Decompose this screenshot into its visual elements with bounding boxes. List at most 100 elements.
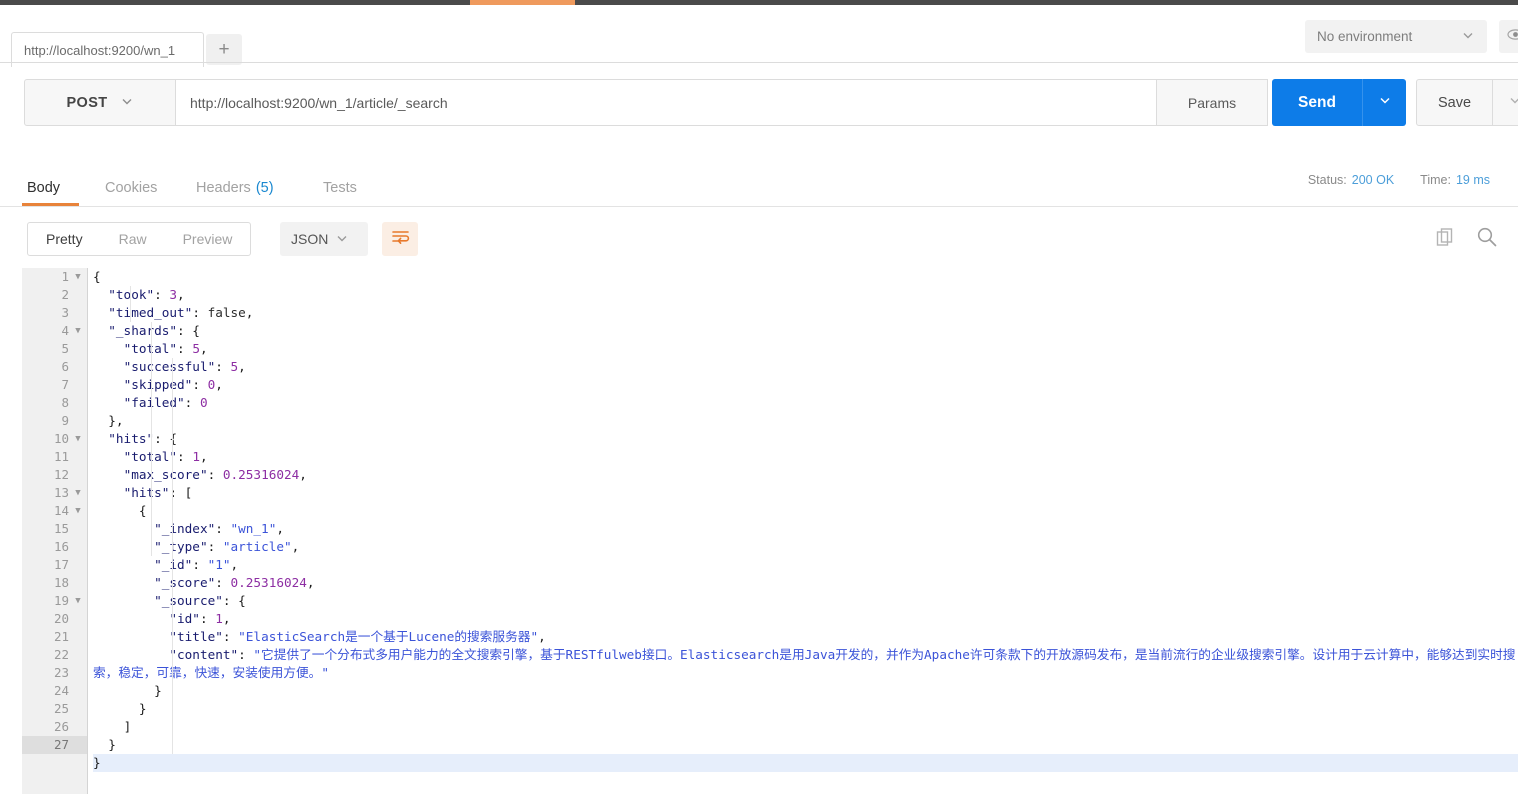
fold-toggle-icon[interactable]: ▼	[73, 268, 83, 286]
eye-icon	[1507, 26, 1518, 48]
word-wrap-toggle[interactable]	[382, 222, 418, 256]
send-button[interactable]: Send	[1272, 79, 1362, 126]
response-tabs: Body Cookies Headers (5) Tests	[0, 170, 1518, 206]
gutter-line-12: 12	[53, 467, 69, 482]
copy-icon[interactable]	[1435, 227, 1456, 253]
gutter-line-24: 24	[53, 683, 69, 698]
fold-toggle-icon[interactable]: ▼	[73, 502, 83, 520]
tab-body-label: Body	[27, 180, 61, 196]
tab-cookies[interactable]: Cookies	[105, 170, 157, 206]
tab-headers[interactable]: Headers (5)	[196, 170, 274, 206]
code-line-6: "successful": 5,	[123, 359, 246, 374]
gutter-line-10: 10 ▼	[22, 430, 87, 448]
fold-toggle-icon[interactable]: ▼	[73, 430, 83, 448]
url-input[interactable]: http://localhost:9200/wn_1/article/_sear…	[176, 79, 1157, 126]
word-wrap-icon	[391, 229, 410, 250]
gutter-line-20: 20	[53, 611, 69, 626]
http-method-label: POST	[66, 94, 108, 111]
gutter-line-22: 22	[53, 647, 69, 662]
search-icon[interactable]	[1476, 226, 1498, 253]
code-line-7: "skipped": 0,	[123, 377, 223, 392]
format-label: JSON	[291, 231, 329, 247]
view-mode-raw[interactable]: Raw	[101, 223, 165, 255]
fold-toggle-icon[interactable]: ▼	[73, 484, 83, 502]
environment-selector[interactable]: No environment	[1305, 20, 1487, 53]
status-value: 200 OK	[1351, 173, 1395, 187]
code-line-25: ]	[123, 719, 132, 734]
code-line-22: "content": "它提供了一个分布式多用户能力的全文搜索引擎，基于REST…	[93, 647, 1516, 680]
line-number-gutter: 1 ▼ 2 3 4 ▼ 5 6 7 8 9 10 ▼ 11 12 13 ▼ 14 ▼ 15 16 17 18 19 ▼ 20 21 2…	[22, 268, 88, 794]
time-badge: Time: 19 ms	[1420, 173, 1490, 187]
gutter-line-16: 16	[53, 539, 69, 554]
body-toolbar-actions	[1435, 226, 1498, 253]
request-tab-label: http://localhost:9200/wn_1	[24, 42, 176, 58]
code-line-10: "hits": {	[108, 431, 178, 446]
code-line-9: },	[108, 413, 124, 428]
format-selector[interactable]: JSON	[280, 222, 368, 256]
response-body-toolbar: Pretty Raw Preview JSON	[0, 222, 1518, 262]
view-mode-preview[interactable]: Preview	[165, 223, 251, 255]
gutter-line-5: 5	[61, 341, 69, 356]
headers-count-badge: (5)	[255, 180, 274, 196]
code-line-16: "_type": "article",	[154, 539, 300, 554]
params-button[interactable]: Params	[1157, 79, 1268, 126]
indent-guide	[130, 286, 131, 322]
tab-bar-divider	[0, 62, 1518, 63]
save-options-button[interactable]	[1493, 79, 1518, 126]
chevron-down-icon	[335, 231, 349, 248]
gutter-line-9: 9	[61, 413, 69, 428]
send-options-button[interactable]	[1362, 79, 1406, 126]
gutter-line-1: 1 ▼	[22, 268, 87, 286]
indent-guide	[151, 322, 152, 556]
url-text: http://localhost:9200/wn_1/article/_sear…	[190, 94, 448, 111]
chevron-down-icon	[1508, 93, 1518, 112]
code-line-24: }	[138, 701, 147, 716]
code-line-17: "_id": "1",	[154, 557, 239, 572]
gutter-line-8: 8	[61, 395, 69, 410]
gutter-line-19: 19 ▼	[22, 592, 87, 610]
tab-headers-label: Headers	[196, 180, 251, 196]
gutter-line-7: 7	[61, 377, 69, 392]
tab-cookies-label: Cookies	[105, 180, 158, 196]
code-line-18: "_score": 0.25316024,	[154, 575, 315, 590]
indent-guide	[172, 358, 173, 754]
tab-body[interactable]: Body	[27, 170, 60, 206]
save-label: Save	[1437, 94, 1472, 111]
code-line-1: {	[93, 269, 101, 284]
view-mode-pretty[interactable]: Pretty	[28, 223, 101, 255]
code-line-26: }	[108, 737, 116, 752]
fold-toggle-icon[interactable]: ▼	[73, 592, 83, 610]
fold-toggle-icon[interactable]: ▼	[73, 322, 83, 340]
save-button[interactable]: Save	[1416, 79, 1493, 126]
gutter-line-14: 14 ▼	[22, 502, 87, 520]
gutter-line-25: 25	[53, 701, 69, 716]
view-mode-preview-label: Preview	[182, 231, 233, 247]
gutter-line-15: 15	[53, 521, 69, 536]
json-code[interactable]: { "took": 3, "timed_out": false, "_shard…	[89, 268, 1518, 794]
environment-label: No environment	[1317, 29, 1413, 44]
gutter-line-17: 17	[53, 557, 69, 572]
response-body-viewer[interactable]: 1 ▼ 2 3 4 ▼ 5 6 7 8 9 10 ▼ 11 12 13 ▼ 14 ▼ 15 16 17 18 19 ▼ 20 21 2…	[22, 268, 1518, 794]
send-label: Send	[1298, 93, 1336, 111]
view-mode-group: Pretty Raw Preview	[27, 222, 252, 256]
gutter-line-4: 4 ▼	[22, 322, 87, 340]
tab-tests-label: Tests	[323, 180, 357, 196]
code-line-2: "took": 3,	[108, 287, 185, 302]
view-mode-raw-label: Raw	[118, 231, 147, 247]
chevron-down-icon	[1461, 28, 1475, 45]
gutter-line-27: 27	[22, 736, 87, 754]
status-badge: Status: 200 OK	[1308, 173, 1394, 187]
gutter-line-6: 6	[61, 359, 69, 374]
gutter-line-26: 26	[53, 719, 69, 734]
plus-icon: +	[218, 39, 230, 60]
http-method-selector[interactable]: POST	[24, 79, 176, 126]
code-line-21: "title": "ElasticSearch是一个基于Lucene的搜索服务器…	[169, 629, 546, 644]
environment-quick-look-button[interactable]	[1499, 20, 1518, 53]
code-line-23: }	[154, 683, 162, 698]
chevron-down-icon	[1378, 93, 1392, 112]
new-tab-button[interactable]: +	[206, 34, 242, 65]
code-line-27: }	[93, 754, 1518, 772]
code-line-15: "_index": "wn_1",	[154, 521, 284, 536]
tab-tests[interactable]: Tests	[323, 170, 357, 206]
gutter-line-13: 13 ▼	[22, 484, 87, 502]
